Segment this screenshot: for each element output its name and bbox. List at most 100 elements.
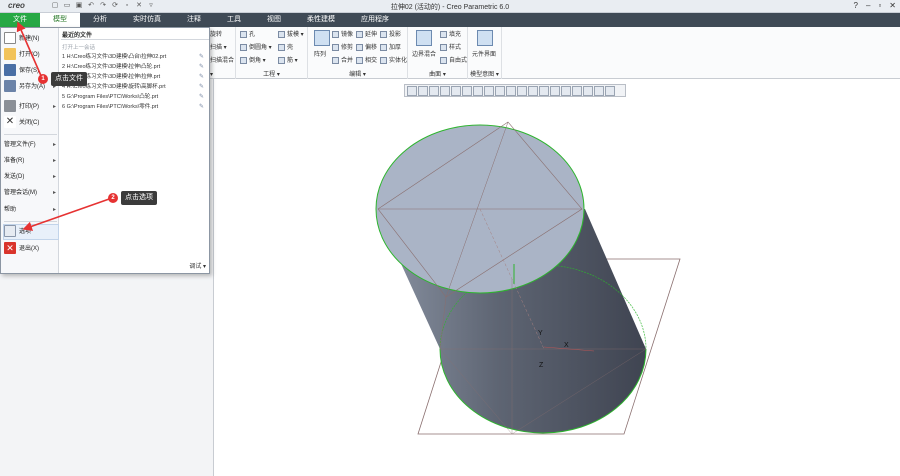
spin-center-icon[interactable] <box>572 85 582 96</box>
round-button[interactable]: 倒圆角 ▾ <box>240 42 272 51</box>
plane-display-icon[interactable] <box>528 85 538 96</box>
tab-model[interactable]: 模型 <box>40 13 80 27</box>
recent-file-item[interactable]: 5 G:\Program Files\PTC\Works\凸轮.prt ✎ <box>62 92 208 102</box>
project-button[interactable]: 投影 <box>380 29 401 38</box>
solidify-button[interactable]: 实体化 <box>380 55 407 64</box>
component-interface-button[interactable]: 元件界面 <box>472 49 496 58</box>
hole-button[interactable]: 孔 <box>240 29 255 38</box>
pin-icon[interactable]: ✎ <box>199 92 204 102</box>
merge-icon <box>332 56 339 64</box>
view-manager-icon[interactable] <box>495 85 505 96</box>
boundary-blend-button[interactable]: 边界混合 <box>412 49 436 58</box>
datum-display-icon[interactable] <box>517 85 527 96</box>
menu-help[interactable]: 帮助 ▸ <box>4 203 58 217</box>
recent-file-item[interactable]: 2 H:\Creo练习文件\3D建模\拉伸\凸轮.prt ✎ <box>62 62 208 72</box>
tab-flexible-modeling[interactable]: 柔性建模 <box>294 13 348 27</box>
rib-button[interactable]: 筋 ▾ <box>278 55 298 64</box>
submenu-arrow-icon: ▸ <box>52 142 56 148</box>
editing-group-title[interactable]: 编辑 ▾ <box>308 69 407 78</box>
pin-icon[interactable]: ✎ <box>199 72 204 82</box>
shapes-group-title[interactable]: ▾ <box>210 71 235 78</box>
debug-dropdown[interactable]: 调试 ▾ <box>189 261 206 270</box>
menu-manage-session[interactable]: 管理会话(M) ▸ <box>4 186 58 200</box>
extend-button[interactable]: 延伸 <box>356 29 377 38</box>
ribbon-group-model-intent: 元件界面 模型意图 ▾ <box>468 27 502 79</box>
graphics-window[interactable]: Y X Z <box>214 79 900 476</box>
triangle-icon[interactable] <box>594 85 604 96</box>
intersect-button[interactable]: 相交 <box>356 55 377 64</box>
csys-display-icon[interactable] <box>561 85 571 96</box>
menu-exit[interactable]: ✕ 退出(X) <box>4 242 58 256</box>
tab-live-simulation[interactable]: 实时仿真 <box>120 13 174 27</box>
axis-display-icon[interactable] <box>539 85 549 96</box>
surfaces-group-title[interactable]: 曲面 ▾ <box>408 69 467 78</box>
project-icon <box>380 30 387 38</box>
display-style-icon[interactable] <box>473 85 483 96</box>
chamfer-button[interactable]: 倒角 ▾ <box>240 55 266 64</box>
recent-files-panel: 最近的文件 打开上一会话 1 H:\Creo练习文件\3D建模\凸台\拉伸02.… <box>60 28 210 273</box>
open-last-session-link[interactable]: 打开上一会话 <box>62 43 95 51</box>
engineering-group-title[interactable]: 工程 ▾ <box>236 69 307 78</box>
zoom-in-icon[interactable] <box>418 85 428 96</box>
maximize-icon[interactable]: ▫ <box>878 0 881 13</box>
tab-annotate[interactable]: 注释 <box>174 13 214 27</box>
menu-send[interactable]: 发送(D) ▸ <box>4 170 58 184</box>
pin-icon[interactable]: ✎ <box>199 62 204 72</box>
draft-button[interactable]: 拔模 ▾ <box>278 29 304 38</box>
fill-button[interactable]: 填充 <box>440 29 461 38</box>
menu-prepare[interactable]: 准备(R) ▸ <box>4 154 58 168</box>
menu-print[interactable]: 打印(P) ▸ <box>4 100 58 114</box>
pin-icon[interactable]: ✎ <box>199 52 204 62</box>
minimize-icon[interactable]: – <box>866 0 870 13</box>
offset-button[interactable]: 偏移 <box>356 42 377 51</box>
menu-save-as[interactable]: 另存为(A) ▸ <box>4 80 58 94</box>
menu-separator <box>4 134 57 135</box>
tab-analysis[interactable]: 分析 <box>80 13 120 27</box>
sweep-button[interactable]: 扫描 ▾ <box>210 42 227 51</box>
close-icon[interactable]: ✕ <box>889 0 896 13</box>
freestyle-button[interactable]: 自由式 <box>440 55 467 64</box>
pan-icon[interactable] <box>451 85 461 96</box>
boundary-blend-icon[interactable] <box>416 30 432 46</box>
swept-blend-button[interactable]: 扫描混合 <box>210 55 234 64</box>
saved-orientations-icon[interactable] <box>484 85 494 96</box>
trim-button[interactable]: 修剪 <box>332 42 353 51</box>
refit-icon[interactable] <box>407 85 417 96</box>
tab-file[interactable]: 文件 <box>0 13 40 27</box>
tab-tools[interactable]: 工具 <box>214 13 254 27</box>
help-icon[interactable]: ? <box>854 0 858 13</box>
submenu-arrow-icon: ▸ <box>52 174 56 180</box>
annotation-display-icon[interactable] <box>583 85 593 96</box>
axis-z-label: Z <box>539 362 544 369</box>
component-interface-icon[interactable] <box>477 30 493 46</box>
model-intent-group-title[interactable]: 模型意图 ▾ <box>468 69 501 78</box>
extend-icon <box>356 30 363 38</box>
menu-save[interactable]: 保存(S) <box>4 64 58 78</box>
merge-button[interactable]: 合并 <box>332 55 353 64</box>
revolve-button[interactable]: 旋转 <box>210 29 222 38</box>
mirror-button[interactable]: 镜像 <box>332 29 353 38</box>
pattern-button[interactable]: 阵列 <box>314 49 326 58</box>
shell-button[interactable]: 壳 <box>278 42 293 51</box>
appearance-icon[interactable] <box>605 85 615 96</box>
tab-applications[interactable]: 应用程序 <box>348 13 402 27</box>
submenu-arrow-icon: ▸ <box>52 190 56 196</box>
recent-file-item[interactable]: 6 G:\Program Files\PTC\Works\零件.prt ✎ <box>62 102 208 112</box>
menu-options[interactable]: 选项 <box>3 224 59 240</box>
thicken-button[interactable]: 加厚 <box>380 42 401 51</box>
style-button[interactable]: 样式 <box>440 42 461 51</box>
menu-open[interactable]: 打开(O) <box>4 48 58 62</box>
pattern-icon[interactable] <box>314 30 330 46</box>
pin-icon[interactable]: ✎ <box>199 82 204 92</box>
perspective-icon[interactable] <box>506 85 516 96</box>
menu-close[interactable]: ✕ 关闭(C) <box>4 116 58 130</box>
recent-file-item[interactable]: 1 H:\Creo练习文件\3D建模\凸台\拉伸02.prt ✎ <box>62 52 208 62</box>
zoom-out-icon[interactable] <box>429 85 439 96</box>
tab-view[interactable]: 视图 <box>254 13 294 27</box>
spin-icon[interactable] <box>462 85 472 96</box>
point-display-icon[interactable] <box>550 85 560 96</box>
pin-icon[interactable]: ✎ <box>199 102 204 112</box>
repaint-icon[interactable] <box>440 85 450 96</box>
menu-new[interactable]: 新建(N) <box>4 32 58 46</box>
menu-manage-file[interactable]: 管理文件(F) ▸ <box>4 138 58 152</box>
